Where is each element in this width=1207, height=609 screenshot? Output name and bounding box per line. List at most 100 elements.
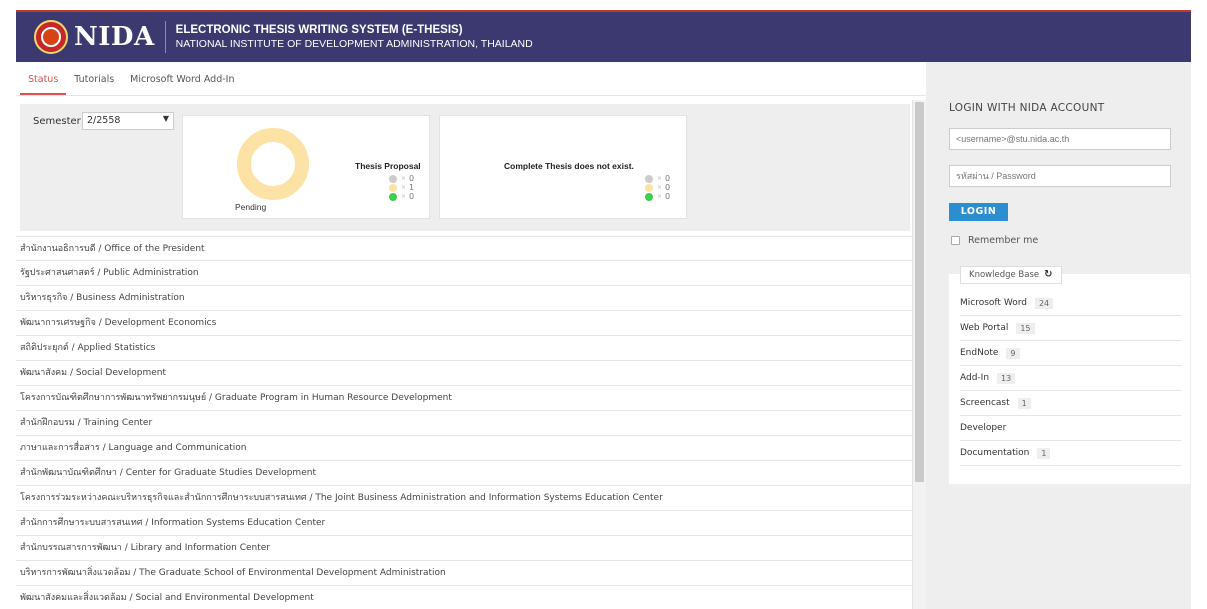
legend-item: × 0 [645,192,670,201]
semester-select[interactable]: 2/2558 ▼ [82,112,174,130]
legend: × 0 × 0 × 0 [645,174,670,201]
username-input[interactable] [949,128,1171,150]
login-title: LOGIN WITH NIDA ACCOUNT [949,102,1105,114]
kb-item-documentation[interactable]: Documentation 1 [960,441,1182,466]
login-sidebar: LOGIN WITH NIDA ACCOUNT LOGIN Remember m… [926,62,1191,609]
department-row[interactable]: บริหารการพัฒนาสิ่งแวดล้อม / The Graduate… [16,561,912,586]
status-summary: Semester 2/2558 ▼ Pending Thesis Proposa… [20,104,910,231]
kb-item-web-portal[interactable]: Web Portal 15 [960,316,1182,341]
count-badge: 13 [997,372,1016,384]
tab-tutorials[interactable]: Tutorials [66,74,122,95]
app-header: NIDA ELECTRONIC THESIS WRITING SYSTEM (E… [16,10,1191,62]
scrollbar-thumb[interactable] [915,102,924,482]
header-divider [164,21,166,53]
refresh-icon[interactable]: ↻ [1044,267,1052,283]
thesis-proposal-card: Pending Thesis Proposal × 0 × 1 × 0 [182,115,430,219]
kb-item-developer[interactable]: Developer [960,416,1182,441]
remember-me-label: Remember me [968,235,1039,246]
system-title: ELECTRONIC THESIS WRITING SYSTEM (E-THES… [175,24,463,36]
department-row[interactable]: พัฒนาการเศรษฐกิจ / Development Economics [16,311,912,336]
legend-item: × 0 [645,183,670,192]
knowledge-base-panel: Knowledge Base ↻ Microsoft Word 24 Web Po… [949,266,1190,484]
remember-me[interactable]: Remember me [951,235,1038,246]
login-button[interactable]: LOGIN [949,203,1008,221]
times-sign: × [657,193,663,200]
legend-count: 0 [409,192,415,201]
department-row[interactable]: สำนักงานอธิการบดี / Office of the Presid… [16,236,912,261]
kb-item-label: Developer [960,423,1007,433]
knowledge-base-title: Knowledge Base [969,270,1040,280]
legend-count: 0 [409,174,415,183]
department-row[interactable]: ภาษาและการสื่อสาร / Language and Communi… [16,436,912,461]
kb-item-label: Screencast [960,398,1010,408]
complete-thesis-card: Complete Thesis does not exist. × 0 × 0 × 0 [439,115,687,219]
department-list: สำนักงานอธิการบดี / Office of the Presid… [16,236,912,609]
tab-status[interactable]: Status [20,74,67,95]
times-sign: × [401,193,407,200]
count-badge: 9 [1006,347,1020,359]
department-row[interactable]: สำนักพัฒนาบัณฑิตศึกษา / Center for Gradu… [16,461,912,486]
logo-text: NIDA [74,22,155,52]
kb-item-microsoft-word[interactable]: Microsoft Word 24 [960,291,1182,316]
count-badge: 1 [1037,447,1051,459]
yellow-dot-icon [389,183,397,192]
department-row[interactable]: สำนักการศึกษาระบบสารสนเทศ / Information … [16,511,912,536]
legend-item: × 0 [645,174,670,183]
department-row[interactable]: พัฒนาสังคมและสิ่งแวดล้อม / Social and En… [16,586,912,609]
legend-item: × 1 [389,183,414,192]
knowledge-base-list: Microsoft Word 24 Web Portal 15 EndNote 9 A… [960,291,1182,466]
knowledge-base-header[interactable]: Knowledge Base ↻ [960,266,1062,284]
legend: × 0 × 1 × 0 [389,174,414,201]
department-row[interactable]: โครงการบัณฑิตศึกษาการพัฒนาทรัพยากรมนุษย์… [16,386,912,411]
semester-label: Semester [33,116,81,127]
institute-subtitle: NATIONAL INSTITUTE OF DEVELOPMENT ADMINI… [175,38,533,50]
tab-bar: Status Tutorials Microsoft Word Add-In [16,62,926,96]
legend-item: × 0 [389,174,414,183]
green-dot-icon [645,192,653,201]
legend-count: 0 [665,183,671,192]
kb-item-label: Web Portal [960,323,1009,333]
kb-item-endnote[interactable]: EndNote 9 [960,341,1182,366]
kb-item-label: Documentation [960,448,1030,458]
times-sign: × [401,175,407,182]
app-frame: NIDA ELECTRONIC THESIS WRITING SYSTEM (E… [0,0,1207,609]
department-row[interactable]: พัฒนาสังคม / Social Development [16,361,912,386]
thesis-proposal-donut [237,128,309,200]
green-dot-icon [389,192,397,201]
kb-item-label: EndNote [960,348,999,358]
kb-item-add-in[interactable]: Add-In 13 [960,366,1182,391]
kb-item-label: Microsoft Word [960,298,1027,308]
count-badge: 15 [1016,322,1035,334]
legend-item: × 0 [389,192,414,201]
times-sign: × [657,184,663,191]
department-row[interactable]: สำนักฝึกอบรม / Training Center [16,411,912,436]
nida-emblem-icon [34,20,68,54]
remember-me-checkbox[interactable] [951,236,960,245]
main-panel: Status Tutorials Microsoft Word Add-In S… [16,62,926,609]
gray-dot-icon [389,174,397,183]
chevron-down-icon: ▼ [162,114,169,123]
department-row[interactable]: สำนักบรรณสารการพัฒนา / Library and Infor… [16,536,912,561]
department-row[interactable]: โครงการร่วมระหว่างคณะบริหารธุรกิจและสำนั… [16,486,912,511]
count-badge: 24 [1034,297,1054,309]
vertical-scrollbar[interactable] [912,100,926,609]
times-sign: × [657,175,663,182]
semester-value: 2/2558 [87,115,121,126]
logo[interactable]: NIDA [34,20,155,54]
department-row[interactable]: สถิติประยุกต์ / Applied Statistics [16,336,912,361]
header-titles: ELECTRONIC THESIS WRITING SYSTEM (E-THES… [176,24,533,50]
status-content: Semester 2/2558 ▼ Pending Thesis Proposa… [16,96,926,609]
gray-dot-icon [645,174,653,183]
kb-item-label: Add-In [960,373,990,383]
tab-word-add-in[interactable]: Microsoft Word Add-In [122,74,242,95]
yellow-dot-icon [645,183,653,192]
kb-item-screencast[interactable]: Screencast 1 [960,391,1182,416]
password-input[interactable] [949,165,1171,187]
legend-count: 0 [665,174,671,183]
legend-count: 0 [665,192,671,201]
count-badge: 1 [1017,397,1031,409]
donut-label: Pending [235,202,267,212]
department-row[interactable]: รัฐประศาสนศาสตร์ / Public Administration [16,261,912,286]
card-title: Thesis Proposal [355,161,421,171]
department-row[interactable]: บริหารธุรกิจ / Business Administration [16,286,912,311]
